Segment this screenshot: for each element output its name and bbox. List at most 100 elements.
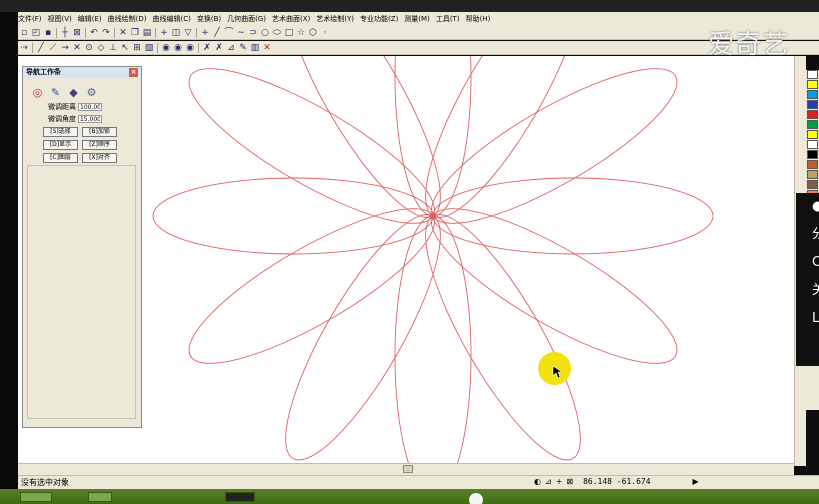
align-button[interactable]: [X]对齐 bbox=[82, 153, 117, 163]
display-button[interactable]: [D]显示 bbox=[43, 140, 78, 150]
spline-icon[interactable]: ∼ bbox=[236, 28, 246, 38]
measure-icon[interactable]: ⊿ bbox=[226, 43, 236, 53]
rect-icon[interactable]: □ bbox=[284, 28, 294, 38]
offset-angle-input[interactable] bbox=[78, 115, 102, 123]
layer-icon[interactable]: ◫ bbox=[171, 28, 181, 38]
petal-ellipse[interactable] bbox=[260, 0, 466, 235]
color-swatch[interactable] bbox=[807, 120, 818, 129]
text-icon[interactable]: ✎ bbox=[238, 43, 248, 53]
line-icon[interactable]: ╱ bbox=[212, 28, 222, 38]
offset-distance-input[interactable] bbox=[78, 103, 102, 111]
color-swatch[interactable] bbox=[807, 170, 818, 179]
cut-icon[interactable]: ✕ bbox=[118, 28, 128, 38]
save-icon[interactable]: ▪ bbox=[43, 28, 53, 38]
copy-icon[interactable]: ❐ bbox=[130, 28, 140, 38]
filter-icon[interactable]: ▽ bbox=[183, 28, 193, 38]
point-icon[interactable]: + bbox=[200, 28, 210, 38]
snap-line-icon[interactable]: ╱ bbox=[36, 43, 46, 53]
snap-endpoint-icon[interactable]: ⇢ bbox=[19, 43, 29, 53]
close-icon[interactable]: × bbox=[129, 68, 138, 77]
lock-button[interactable]: [B]加锁 bbox=[82, 127, 117, 137]
petal-ellipse[interactable] bbox=[152, 177, 434, 255]
menu-curve-edit[interactable]: 曲线编辑(C) bbox=[153, 14, 191, 24]
circle-icon[interactable]: ○ bbox=[260, 28, 270, 38]
color-swatch[interactable] bbox=[807, 90, 818, 99]
layers-icon[interactable]: ◆ bbox=[66, 86, 81, 100]
menu-measure[interactable]: 测量(M) bbox=[404, 14, 430, 24]
cancel-snap-icon[interactable]: ✗ bbox=[202, 43, 212, 53]
snap-quad-icon[interactable]: ◇ bbox=[96, 43, 106, 53]
star-icon[interactable]: ☆ bbox=[296, 28, 306, 38]
menu-view[interactable]: 视图(V) bbox=[48, 14, 72, 24]
petal-ellipse[interactable] bbox=[432, 177, 714, 255]
menu-help[interactable]: 帮助(H) bbox=[466, 14, 491, 24]
taskbar-item[interactable] bbox=[20, 492, 52, 502]
color-swatch[interactable] bbox=[807, 70, 818, 79]
snap-mid-icon[interactable]: ⟋ bbox=[48, 43, 58, 53]
render-shade-icon[interactable]: ◉ bbox=[185, 43, 195, 53]
render-wire-icon[interactable]: ◉ bbox=[173, 43, 183, 53]
angle-icon[interactable]: ⊿ bbox=[545, 477, 552, 486]
color-swatch[interactable] bbox=[807, 140, 818, 149]
grid-icon[interactable]: ⊠ bbox=[566, 477, 573, 486]
horizontal-scrollbar[interactable] bbox=[18, 463, 794, 475]
menu-transform[interactable]: 变换(B) bbox=[197, 14, 221, 24]
petal-ellipse[interactable] bbox=[172, 56, 452, 249]
delete-icon[interactable]: ✕ bbox=[262, 43, 272, 53]
undo-icon[interactable]: ↶ bbox=[89, 28, 99, 38]
open-icon[interactable]: ◰ bbox=[31, 28, 41, 38]
select-icon[interactable]: ┼ bbox=[60, 28, 70, 38]
petal-ellipse[interactable] bbox=[400, 197, 606, 463]
polyline-icon[interactable]: ⊃ bbox=[248, 28, 258, 38]
menu-geo-surface[interactable]: 几何曲面(G) bbox=[227, 14, 266, 24]
color-swatch[interactable] bbox=[807, 110, 818, 119]
color-swatch[interactable] bbox=[807, 150, 818, 159]
window-select-icon[interactable]: ⊠ bbox=[72, 28, 82, 38]
brush-icon[interactable]: ✎ bbox=[48, 86, 63, 100]
snap-grid-icon[interactable]: ⊞ bbox=[132, 43, 142, 53]
new-icon[interactable]: ▫ bbox=[19, 28, 29, 38]
crosshair-icon[interactable]: + bbox=[556, 477, 563, 486]
progress-knob[interactable] bbox=[469, 493, 483, 504]
dot-icon[interactable]: · bbox=[320, 28, 330, 38]
menu-file[interactable]: 文件(F) bbox=[18, 14, 42, 24]
snap-center-icon[interactable]: ⊙ bbox=[84, 43, 94, 53]
color-swatch[interactable] bbox=[807, 160, 818, 169]
snap-intersect-icon[interactable]: → bbox=[60, 43, 70, 53]
color-swatch[interactable] bbox=[807, 100, 818, 109]
menu-pro[interactable]: 专业功能(Z) bbox=[360, 14, 398, 24]
arc-icon[interactable]: ⌒ bbox=[224, 28, 234, 38]
taskbar-item[interactable] bbox=[88, 492, 112, 502]
snap-near-icon[interactable]: ▧ bbox=[144, 43, 154, 53]
snap-cross-icon[interactable]: ✕ bbox=[72, 43, 82, 53]
color-swatch[interactable] bbox=[807, 180, 818, 189]
crosshair-icon[interactable]: + bbox=[159, 28, 169, 38]
redo-icon[interactable]: ↷ bbox=[101, 28, 111, 38]
paste-icon[interactable]: ▤ bbox=[142, 28, 152, 38]
menu-edit[interactable]: 编辑(E) bbox=[78, 14, 102, 24]
render-icon[interactable]: ◉ bbox=[161, 43, 171, 53]
target-icon[interactable]: ◎ bbox=[30, 86, 45, 100]
petal-ellipse[interactable] bbox=[414, 56, 694, 249]
petal-ellipse[interactable] bbox=[394, 215, 472, 497]
menu-art-draw[interactable]: 艺术绘制(Y) bbox=[316, 14, 354, 24]
layer-manage-icon[interactable]: ▥ bbox=[250, 43, 260, 53]
taskbar-item[interactable] bbox=[225, 492, 255, 502]
petal-ellipse[interactable] bbox=[400, 0, 606, 235]
petal-ellipse[interactable] bbox=[394, 0, 472, 217]
petal-ellipse[interactable] bbox=[260, 197, 466, 463]
layer-button[interactable]: [C]图层 bbox=[43, 153, 78, 163]
order-button[interactable]: [Z]顺序 bbox=[82, 140, 117, 150]
ellipse-icon[interactable]: ⬭ bbox=[272, 28, 282, 38]
color-swatch[interactable] bbox=[807, 80, 818, 89]
tool-icon[interactable]: ⚙ bbox=[84, 86, 99, 100]
menu-tools[interactable]: 工具(T) bbox=[436, 14, 460, 24]
snap-toggle-icon[interactable]: ◐ bbox=[534, 477, 541, 486]
menu-art-surface[interactable]: 艺术曲面(X) bbox=[272, 14, 310, 24]
scroll-thumb[interactable] bbox=[403, 465, 413, 473]
select-button[interactable]: [S]选择 bbox=[43, 127, 78, 137]
play-icon[interactable]: ▶ bbox=[693, 477, 699, 486]
snap-off-icon[interactable]: ✗ bbox=[214, 43, 224, 53]
color-swatch[interactable] bbox=[807, 130, 818, 139]
petal-ellipse[interactable] bbox=[172, 183, 452, 389]
